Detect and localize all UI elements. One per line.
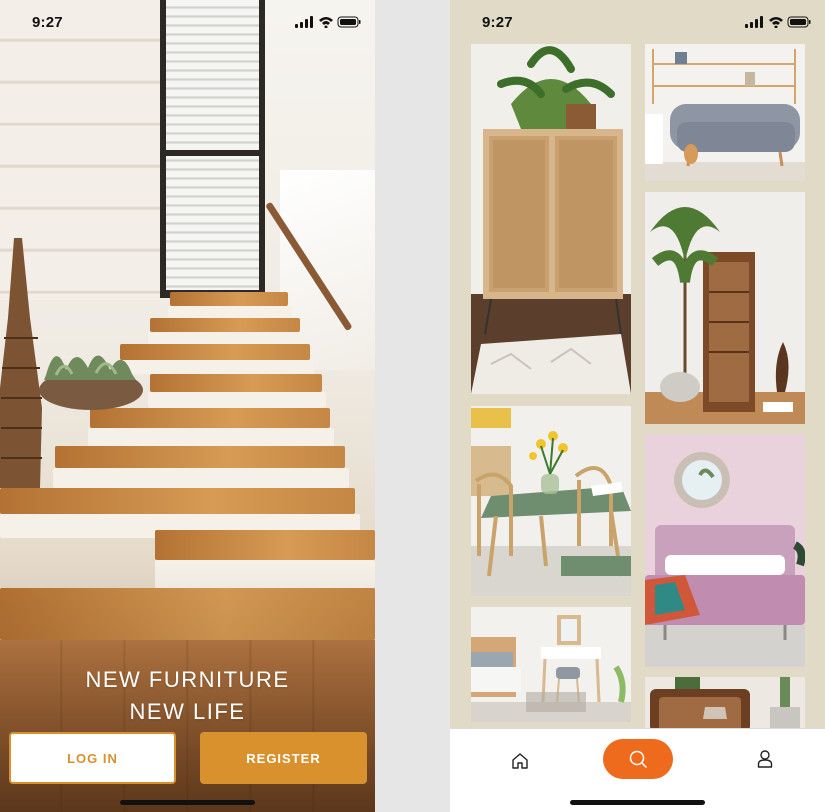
status-time: 9:27 [482, 14, 513, 31]
home-indicator [120, 800, 255, 805]
stair-step [120, 344, 310, 360]
battery-icon [787, 16, 811, 28]
stair-riser [148, 392, 326, 408]
register-button[interactable]: REGISTER [200, 732, 367, 784]
wifi-icon [319, 17, 333, 28]
wood-sideboard-photo[interactable] [645, 677, 805, 732]
welcome-screen: 9:27 NEW FURNITURE NEW LIFE LOG IN REGIS… [0, 0, 375, 812]
stair-step [150, 318, 300, 332]
nav-search[interactable] [603, 739, 673, 779]
pink-bed-photo[interactable] [645, 435, 805, 667]
stair-step [0, 488, 355, 514]
tagline: NEW FURNITURE NEW LIFE [0, 664, 375, 728]
signal-icon [745, 16, 763, 28]
stair-riser [53, 468, 349, 488]
vanity-table-photo[interactable] [471, 607, 631, 722]
profile-icon [757, 750, 773, 768]
green-dining-table-photo[interactable] [471, 406, 631, 596]
status-icons [295, 16, 361, 28]
window-mullion [160, 150, 265, 156]
signal-icon [295, 16, 313, 28]
status-bar: 9:27 [0, 0, 375, 44]
status-bar: 9:27 [450, 0, 825, 44]
stair-riser [168, 306, 292, 318]
home-icon [512, 753, 528, 769]
stair-step [150, 374, 322, 392]
search-icon [629, 750, 647, 768]
wood-display-cabinet-photo[interactable] [645, 192, 805, 424]
stair-riser [88, 428, 334, 446]
rattan-cabinet-photo[interactable] [471, 44, 631, 394]
feed-screen: 9:27 [450, 0, 825, 812]
stair-step [170, 292, 288, 306]
nav-home[interactable] [505, 739, 535, 783]
login-button[interactable]: LOG IN [9, 732, 176, 784]
battery-icon [337, 16, 361, 28]
status-icons [745, 16, 811, 28]
stair-riser [118, 360, 314, 374]
stair-step [155, 530, 375, 560]
stair-riser [148, 332, 304, 344]
grey-sofa-photo[interactable] [645, 44, 805, 181]
wifi-icon [769, 17, 783, 28]
tagline-line-2: NEW LIFE [129, 699, 246, 724]
tagline-line-1: NEW FURNITURE [85, 667, 290, 692]
stair-step [55, 446, 345, 468]
succulent-planter [39, 355, 143, 410]
nav-profile[interactable] [750, 739, 780, 779]
status-time: 9:27 [32, 14, 63, 31]
home-indicator [570, 800, 705, 805]
